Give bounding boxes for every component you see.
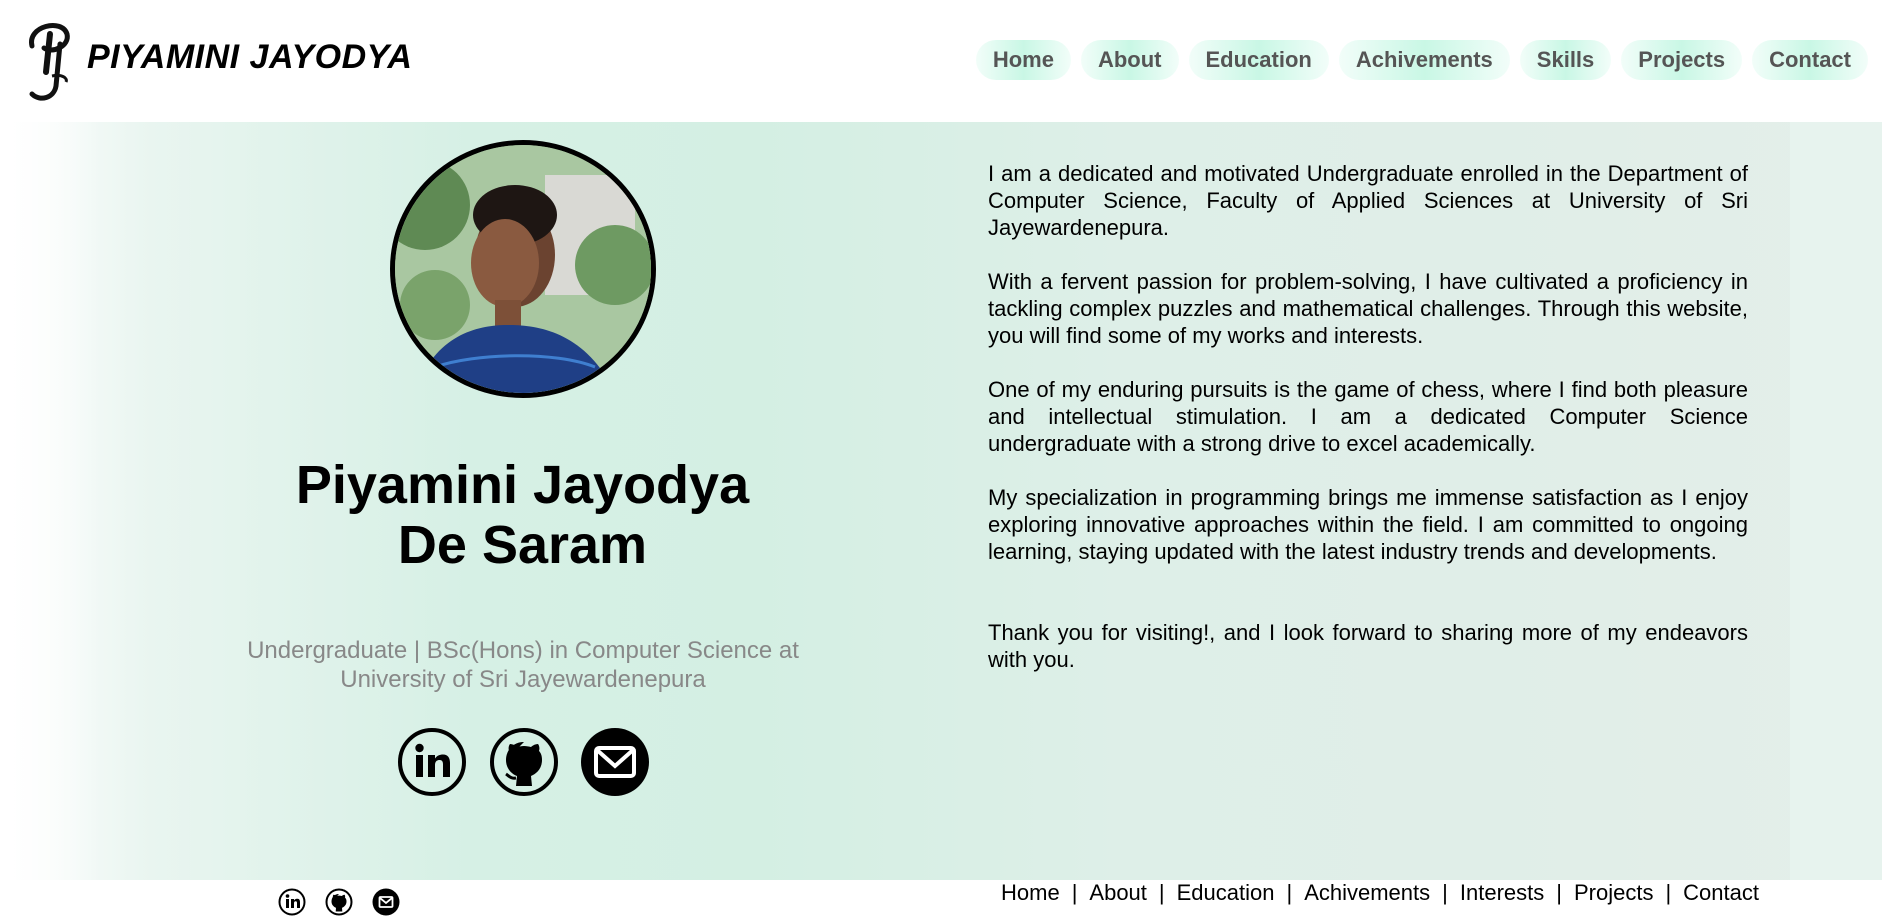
- footer-separator: |: [1665, 880, 1672, 905]
- linkedin-icon[interactable]: [398, 728, 466, 796]
- footer-link-about[interactable]: About: [1087, 880, 1149, 906]
- footer-link-home[interactable]: Home: [999, 880, 1062, 906]
- nav-projects[interactable]: Projects: [1621, 40, 1743, 80]
- about-text: I am a dedicated and motivated Undergrad…: [988, 160, 1748, 700]
- footer-separator: |: [1442, 880, 1448, 905]
- footer-separator: |: [1071, 880, 1078, 905]
- footer-link-education[interactable]: Education: [1175, 880, 1277, 906]
- nav-home[interactable]: Home: [975, 40, 1071, 80]
- footer-link-contact[interactable]: Contact: [1681, 880, 1761, 906]
- about-paragraph: With a fervent passion for problem-solvi…: [988, 269, 1748, 348]
- hero-edge-right: [1790, 122, 1882, 880]
- hero-fade-left: [0, 122, 100, 880]
- footer-linkedin-icon[interactable]: [278, 888, 306, 916]
- github-icon[interactable]: [490, 728, 558, 796]
- profile-name-line2: De Saram: [397, 515, 648, 575]
- footer-github-icon[interactable]: [325, 888, 353, 916]
- pj-logo-icon[interactable]: [22, 16, 88, 106]
- email-icon[interactable]: [581, 728, 649, 796]
- footer-separator: |: [1158, 880, 1165, 905]
- nav-about[interactable]: About: [1080, 40, 1179, 80]
- about-paragraph: One of my enduring pursuits is the game …: [988, 377, 1748, 456]
- footer-separator: |: [1556, 880, 1562, 905]
- profile-name: Piyamini Jayodya De Saram: [180, 455, 865, 575]
- footer-link-achivements[interactable]: Achivements: [1302, 880, 1432, 906]
- footer-separator: |: [1286, 880, 1293, 905]
- footer-email-icon[interactable]: [372, 888, 400, 916]
- about-paragraph: My specialization in programming brings …: [988, 485, 1748, 564]
- nav-skills[interactable]: Skills: [1519, 40, 1612, 80]
- profile-subtitle-line2: University of Sri Jayewardenepura: [340, 666, 706, 693]
- nav-achivements[interactable]: Achivements: [1338, 40, 1510, 80]
- about-paragraph: I am a dedicated and motivated Undergrad…: [988, 161, 1748, 240]
- profile-photo: [390, 140, 656, 398]
- brand-logo-text[interactable]: PIYAMINI JAYODYA: [87, 38, 412, 77]
- footer-link-projects[interactable]: Projects: [1572, 880, 1655, 906]
- main-nav: Home About Education Achivements Skills …: [975, 40, 1868, 80]
- nav-education[interactable]: Education: [1188, 40, 1329, 80]
- about-thanks: Thank you for visiting!, and I look forw…: [988, 620, 1748, 672]
- profile-name-line1: Piyamini Jayodya: [295, 455, 750, 515]
- nav-contact[interactable]: Contact: [1752, 40, 1868, 80]
- profile-subtitle: Undergraduate | BSc(Hons) in Computer Sc…: [200, 636, 846, 694]
- footer-nav: Home | About | Education | Achivements |…: [999, 880, 1761, 906]
- top-bar: PIYAMINI JAYODYA Home About Education Ac…: [0, 0, 1882, 122]
- profile-subtitle-line1: Undergraduate | BSc(Hons) in Computer Sc…: [247, 637, 799, 664]
- footer-link-interests[interactable]: Interests: [1458, 880, 1546, 906]
